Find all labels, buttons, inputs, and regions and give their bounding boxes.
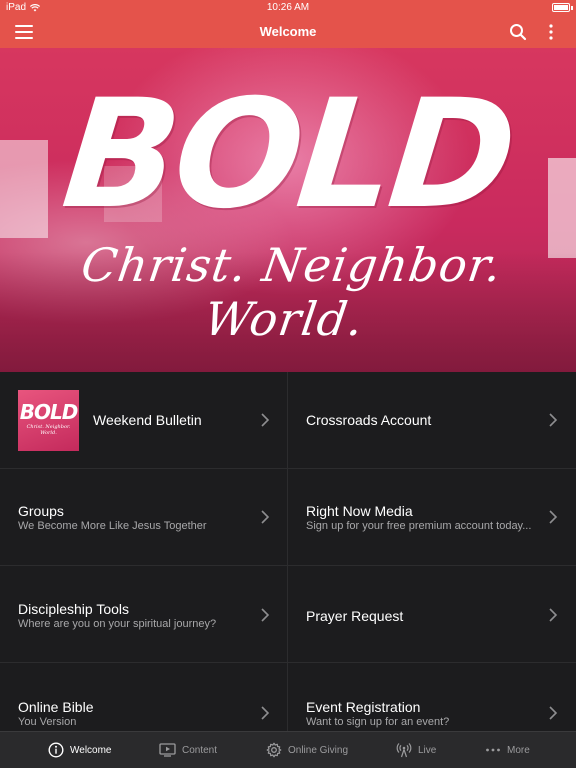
ellipsis-icon — [486, 748, 500, 752]
info-circle-icon — [48, 742, 64, 758]
grid-item-title: Discipleship Tools — [18, 601, 130, 617]
grid-item-title: Online Bible — [18, 699, 94, 715]
chevron-right-icon — [549, 413, 558, 427]
grid-item-title: Weekend Bulletin — [93, 412, 202, 428]
grid-item-title: Crossroads Account — [306, 412, 432, 428]
tab-live[interactable]: Live — [396, 732, 436, 768]
battery-icon — [552, 3, 570, 12]
chevron-right-icon — [261, 608, 270, 622]
grid-item-title: Groups — [18, 503, 64, 519]
grid-item-title: Right Now Media — [306, 503, 413, 519]
page-title: Welcome — [259, 24, 317, 39]
status-time: 10:26 AM — [266, 2, 310, 13]
tab-content[interactable]: Content — [159, 732, 217, 768]
tab-more[interactable]: More — [485, 732, 530, 768]
battery-cap — [571, 6, 573, 10]
chevron-right-icon — [549, 608, 558, 622]
grid-item-subtitle: Want to sign up for an event? — [306, 716, 450, 728]
grid-item-subtitle: Sign up for your free premium account to… — [306, 520, 532, 532]
grid-item-discipleship-tools[interactable]: Discipleship Tools Where are you on your… — [0, 566, 288, 663]
menu-grid: BOLD Christ. Neighbor. World. Weekend Bu… — [0, 372, 576, 731]
tab-label: Online Giving — [288, 744, 349, 756]
grid-item-title: Event Registration — [306, 699, 421, 715]
tab-bar: Welcome Content Online Giving Live More — [0, 731, 576, 768]
tab-welcome[interactable]: Welcome — [48, 732, 112, 768]
grid-item-online-bible[interactable]: Online Bible You Version — [0, 663, 288, 731]
tab-label: More — [507, 744, 530, 756]
more-vertical-icon[interactable] — [545, 23, 557, 41]
grid-item-weekend-bulletin[interactable]: BOLD Christ. Neighbor. World. Weekend Bu… — [0, 372, 288, 469]
nav-bar: Welcome — [0, 16, 576, 48]
chevron-right-icon — [261, 706, 270, 720]
grid-item-title: Prayer Request — [306, 608, 404, 624]
grid-item-crossroads-account[interactable]: Crossroads Account — [288, 372, 576, 469]
broadcast-icon — [396, 743, 412, 758]
chevron-right-icon — [261, 413, 270, 427]
tab-label: Content — [182, 744, 218, 756]
grid-item-right-now-media[interactable]: Right Now Media Sign up for your free pr… — [288, 469, 576, 566]
status-bar: iPad 10:26 AM — [0, 0, 576, 16]
bulletin-thumbnail: BOLD Christ. Neighbor. World. — [18, 390, 79, 451]
tab-label: Welcome — [70, 744, 112, 756]
grid-item-prayer-request[interactable]: Prayer Request — [288, 566, 576, 663]
grid-item-groups[interactable]: Groups We Become More Like Jesus Togethe… — [0, 469, 288, 566]
search-icon[interactable] — [509, 23, 527, 41]
gear-icon — [266, 742, 282, 758]
grid-item-subtitle: We Become More Like Jesus Together — [18, 520, 207, 532]
grid-item-subtitle: Where are you on your spiritual journey? — [18, 618, 217, 630]
thumbnail-tagline: Christ. Neighbor. World. — [26, 424, 71, 436]
grid-item-subtitle: You Version — [18, 716, 77, 728]
tab-label: Live — [418, 744, 437, 756]
thumbnail-headline: BOLD — [19, 400, 79, 424]
hero-headline: BOLD — [55, 68, 521, 242]
chevron-right-icon — [549, 706, 558, 720]
hero-banner[interactable]: BOLD Christ. Neighbor. World. — [0, 48, 576, 372]
chevron-right-icon — [549, 510, 558, 524]
chevron-right-icon — [261, 510, 270, 524]
tv-play-icon — [159, 743, 176, 757]
tab-online-giving[interactable]: Online Giving — [266, 732, 348, 768]
grid-item-event-registration[interactable]: Event Registration Want to sign up for a… — [288, 663, 576, 731]
hero-tagline: Christ. Neighbor. World. — [78, 238, 506, 346]
